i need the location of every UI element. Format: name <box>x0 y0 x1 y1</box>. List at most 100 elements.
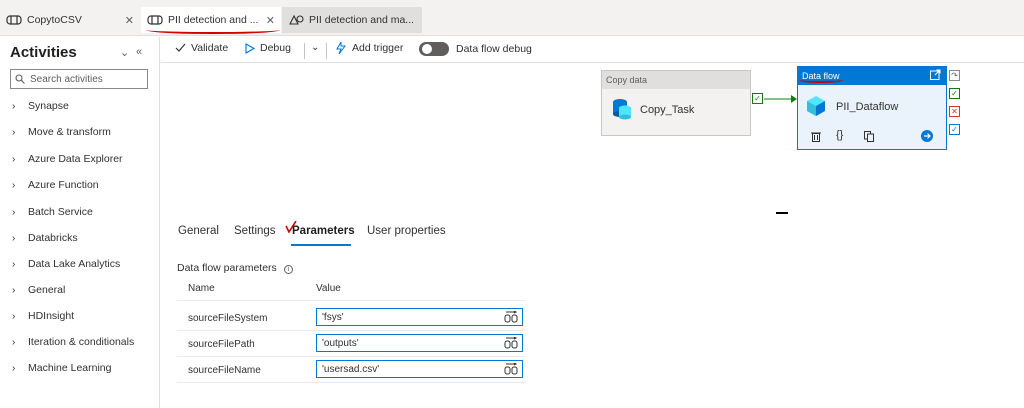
chevron-right-icon: › <box>12 336 16 348</box>
param-value-field[interactable]: 'fsys' <box>316 308 523 326</box>
delete-icon[interactable] <box>811 131 821 145</box>
checkmark-icon <box>175 43 186 53</box>
arrow-right-circle-icon[interactable] <box>921 130 933 145</box>
resize-handle[interactable] <box>776 212 788 214</box>
param-name: sourceFileName <box>188 365 261 376</box>
annotation-underline <box>799 77 843 83</box>
collapse-all-icon[interactable]: ⌄ <box>120 46 129 59</box>
code-icon[interactable]: {} <box>836 129 843 141</box>
sidebar-item-databricks[interactable]: › Databricks <box>12 232 78 244</box>
dataflow-icon <box>806 95 826 120</box>
tab-settings[interactable]: Settings <box>234 225 276 237</box>
collapse-pane-icon[interactable]: « <box>136 46 142 58</box>
trigger-icon <box>335 42 347 54</box>
chevron-right-icon: › <box>12 206 16 218</box>
copy-data-activity[interactable]: Copy data Copy_Task <box>601 70 751 136</box>
sidebar-item-azure-data-explorer[interactable]: › Azure Data Explorer <box>12 153 123 165</box>
activities-pane: Activities ⌄ « Search activities › Synaps… <box>0 37 160 408</box>
sidebar-item-hdinsight[interactable]: › HDInsight <box>12 310 74 322</box>
sidebar-item-label: General <box>28 284 66 296</box>
completion-output-handle[interactable]: ✓ <box>949 124 960 135</box>
activities-title: Activities <box>10 44 77 61</box>
success-connector <box>764 95 797 103</box>
search-placeholder: Search activities <box>30 73 103 85</box>
chevron-right-icon: › <box>12 179 16 191</box>
param-name: sourceFileSystem <box>188 313 268 324</box>
row-divider <box>177 300 525 301</box>
search-activities-input[interactable]: Search activities <box>10 69 148 89</box>
section-title-text: Data flow parameters <box>177 262 277 274</box>
annotation-checkmark <box>285 221 297 233</box>
search-icon <box>15 74 25 84</box>
active-tab-indicator <box>291 244 351 246</box>
success-output-handle[interactable]: ✓ <box>752 93 763 104</box>
tab-copytocsv[interactable]: CopytoCSV ✕ <box>0 7 140 33</box>
activity-name: PII_Dataflow <box>836 101 899 113</box>
dataflow-debug-label: Data flow debug <box>456 43 532 55</box>
annotation-underline <box>146 26 280 34</box>
sidebar-item-move-transform[interactable]: › Move & transform <box>12 126 111 138</box>
chevron-right-icon: › <box>12 100 16 112</box>
info-icon[interactable]: i <box>283 265 293 274</box>
sidebar-item-label: Databricks <box>28 232 78 244</box>
close-icon[interactable]: ✕ <box>266 14 275 27</box>
sidebar-item-data-lake-analytics[interactable]: › Data Lake Analytics <box>12 258 120 270</box>
failure-output-handle[interactable]: ✕ <box>949 106 960 117</box>
validate-label: Validate <box>191 42 229 54</box>
dataflow-icon <box>288 14 304 26</box>
sidebar-item-label: Machine Learning <box>28 362 112 374</box>
sidebar-item-label: Azure Data Explorer <box>28 153 123 165</box>
tab-general[interactable]: General <box>178 225 219 237</box>
activity-name: Copy_Task <box>640 104 695 116</box>
dataflow-debug-toggle[interactable]: Data flow debug <box>419 42 532 56</box>
toolbar-separator <box>326 43 327 59</box>
tab-label: PII detection and ma... <box>309 14 415 26</box>
sidebar-item-batch-service[interactable]: › Batch Service <box>12 206 93 218</box>
sidebar-item-general[interactable]: › General <box>12 284 65 296</box>
param-value-field[interactable]: 'outputs' <box>316 334 523 352</box>
chevron-right-icon: › <box>12 153 16 165</box>
success-output-handle[interactable]: ✓ <box>949 88 960 99</box>
sidebar-item-iteration-conditionals[interactable]: › Iteration & conditionals <box>12 336 134 348</box>
properties-panel: General Settings Parameters User propert… <box>161 218 1024 408</box>
open-external-icon[interactable] <box>930 69 941 83</box>
pipeline-icon <box>6 14 22 26</box>
expression-builder-icon[interactable] <box>504 310 518 326</box>
chevron-down-icon: ⌄ <box>311 42 320 53</box>
tab-pii-detection-dataflow[interactable]: PII detection and ma... <box>282 7 422 33</box>
add-trigger-label: Add trigger <box>352 42 404 54</box>
pipeline-toolbar: Validate Debug ⌄ Add trigger Data flow d… <box>161 37 1024 63</box>
more-actions-dropdown[interactable]: ⌄ <box>311 42 319 53</box>
sidebar-item-label: Azure Function <box>28 179 99 191</box>
toggle-switch[interactable] <box>419 42 449 56</box>
param-value: 'usersad.csv' <box>322 364 380 375</box>
expression-builder-icon[interactable] <box>504 362 518 378</box>
add-trigger-button[interactable]: Add trigger <box>335 42 403 54</box>
toolbar-separator <box>304 43 305 59</box>
debug-button[interactable]: Debug <box>245 42 291 54</box>
activity-type-label: Copy data <box>602 71 750 89</box>
tab-parameters[interactable]: Parameters <box>292 225 355 237</box>
sidebar-item-synapse[interactable]: › Synapse <box>12 100 69 112</box>
sidebar-item-azure-function[interactable]: › Azure Function <box>12 179 99 191</box>
tab-user-properties[interactable]: User properties <box>367 225 446 237</box>
param-value: 'outputs' <box>322 338 359 349</box>
skip-output-handle[interactable]: ↷ <box>949 70 960 81</box>
chevron-right-icon: › <box>12 232 16 244</box>
row-divider <box>177 356 525 357</box>
param-name: sourceFilePath <box>188 339 255 350</box>
close-icon[interactable]: ✕ <box>125 14 134 27</box>
expression-builder-icon[interactable] <box>504 336 518 352</box>
copy-icon[interactable] <box>864 131 874 145</box>
sidebar-item-label: Batch Service <box>28 206 93 218</box>
param-value-field[interactable]: 'usersad.csv' <box>316 360 523 378</box>
chevron-right-icon: › <box>12 258 16 270</box>
chevron-right-icon: › <box>12 310 16 322</box>
pipeline-icon <box>147 14 163 26</box>
validate-button[interactable]: Validate <box>175 42 228 54</box>
row-divider <box>177 330 525 331</box>
sidebar-item-machine-learning[interactable]: › Machine Learning <box>12 362 111 374</box>
pipeline-canvas[interactable]: Copy data Copy_Task ✓ Data flow PII_Data… <box>161 64 1024 214</box>
copy-data-icon <box>612 97 632 124</box>
chevron-right-icon: › <box>12 126 16 138</box>
